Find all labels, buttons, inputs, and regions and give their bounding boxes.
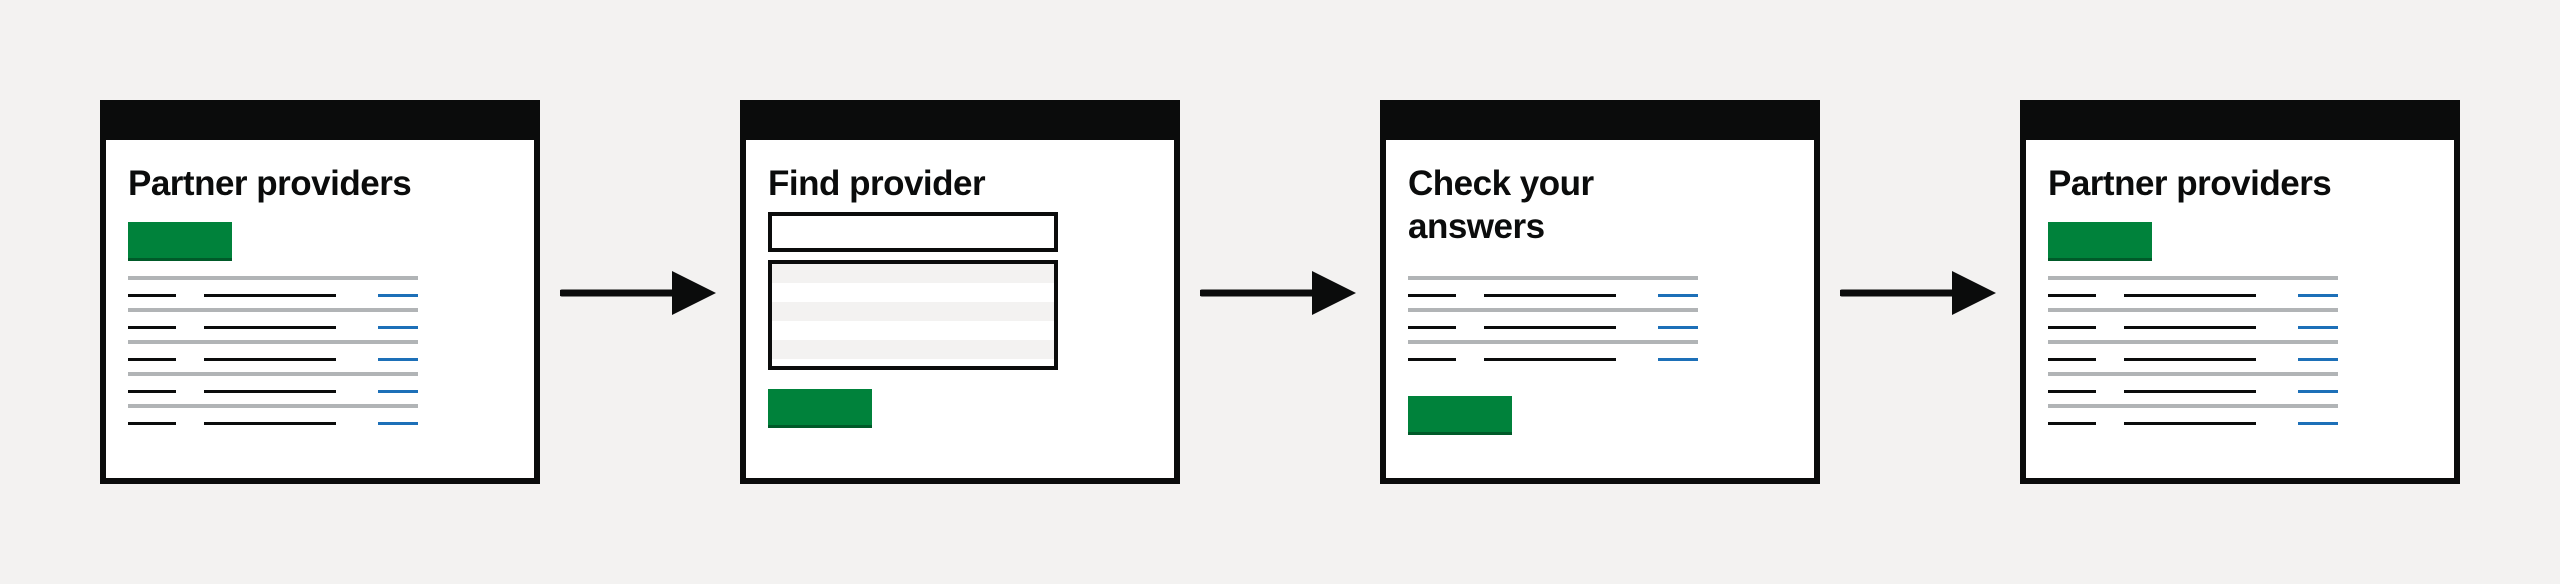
table-divider [128, 340, 418, 344]
screen-title: Partner providers [128, 164, 412, 203]
row-action-link [378, 390, 418, 393]
row-action-link [2298, 390, 2338, 393]
accept-and-send-button [1408, 396, 1512, 435]
table-divider [128, 276, 418, 280]
screen-partner-providers: Partner providers [100, 100, 540, 484]
row-value [204, 326, 336, 329]
table-divider [2048, 372, 2338, 376]
row-key [1408, 294, 1456, 297]
screen-partner-providers-updated: Partner providers [2020, 100, 2460, 484]
row-value [2124, 422, 2256, 425]
row-value [1484, 358, 1616, 361]
screen-header-bar [2026, 106, 2454, 140]
table-divider [1408, 340, 1698, 344]
row-key [128, 390, 176, 393]
user-journey-diagram: Partner providers Find provider Check yo… [0, 0, 2560, 584]
row-action-link [1658, 358, 1698, 361]
table-divider [1408, 276, 1698, 280]
screen-header-bar [106, 106, 534, 140]
row-key [1408, 358, 1456, 361]
row-value [204, 294, 336, 297]
row-value [1484, 326, 1616, 329]
row-key [128, 422, 176, 425]
row-key [128, 358, 176, 361]
row-value [2124, 326, 2256, 329]
table-divider [128, 308, 418, 312]
screen-check-your-answers: Check your answers [1380, 100, 1820, 484]
row-key [2048, 326, 2096, 329]
screen-header-bar [746, 106, 1174, 140]
row-key [128, 326, 176, 329]
row-action-link [378, 358, 418, 361]
row-key [2048, 294, 2096, 297]
row-value [2124, 358, 2256, 361]
row-action-link [1658, 294, 1698, 297]
row-value [1484, 294, 1616, 297]
table-divider [128, 404, 418, 408]
row-value [204, 422, 336, 425]
screen-title: Check your answers [1408, 164, 1594, 246]
row-action-link [378, 422, 418, 425]
row-action-link [378, 326, 418, 329]
table-divider [2048, 308, 2338, 312]
row-action-link [2298, 422, 2338, 425]
result-row [772, 340, 1054, 359]
arrow-right-icon [1840, 271, 1996, 315]
table-divider [2048, 276, 2338, 280]
screen-header-bar [1386, 106, 1814, 140]
result-row [772, 302, 1054, 321]
arrow-right-icon [1200, 271, 1356, 315]
screen-title: Partner providers [2048, 164, 2332, 203]
table-divider [2048, 340, 2338, 344]
row-action-link [1658, 326, 1698, 329]
row-action-link [378, 294, 418, 297]
row-action-link [2298, 294, 2338, 297]
arrow-right-icon [560, 271, 716, 315]
search-button [768, 389, 872, 428]
row-key [128, 294, 176, 297]
row-key [1408, 326, 1456, 329]
table-divider [128, 372, 418, 376]
row-value [2124, 294, 2256, 297]
row-value [204, 358, 336, 361]
table-divider [2048, 404, 2338, 408]
row-key [2048, 358, 2096, 361]
row-key [2048, 390, 2096, 393]
row-action-link [2298, 358, 2338, 361]
row-action-link [2298, 326, 2338, 329]
row-value [204, 390, 336, 393]
search-input [768, 212, 1058, 252]
add-button [128, 222, 232, 261]
results-list [768, 260, 1058, 370]
table-divider [1408, 308, 1698, 312]
row-key [2048, 422, 2096, 425]
add-button [2048, 222, 2152, 261]
result-row [772, 264, 1054, 283]
screen-find-provider: Find provider [740, 100, 1180, 484]
row-value [2124, 390, 2256, 393]
screen-title: Find provider [768, 164, 986, 203]
